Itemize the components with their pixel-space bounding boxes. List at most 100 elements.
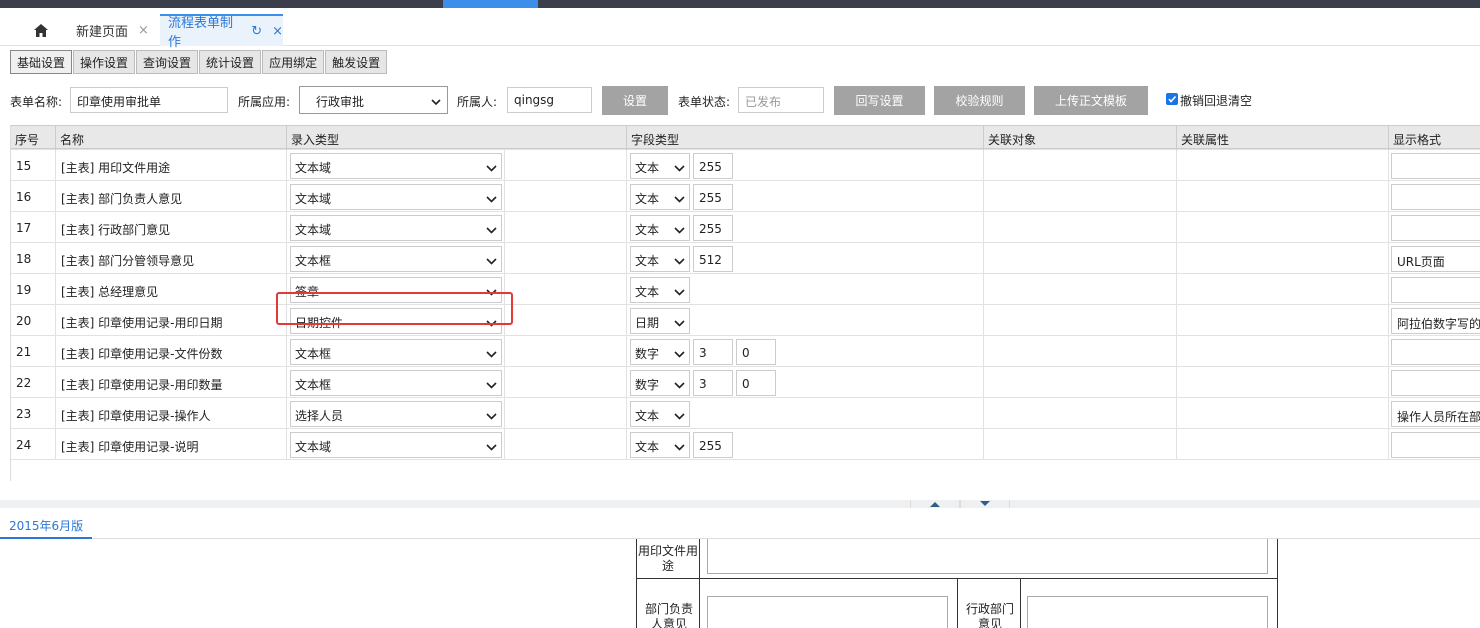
splitter[interactable] bbox=[0, 500, 1480, 508]
tab-flow-form[interactable]: 流程表单制作 ↻ × bbox=[160, 14, 283, 50]
home-icon[interactable] bbox=[22, 18, 60, 42]
close-icon[interactable]: × bbox=[272, 24, 283, 39]
preview-textarea[interactable] bbox=[707, 539, 1268, 574]
field-length-input[interactable]: 512 bbox=[693, 246, 733, 272]
cell-display-format bbox=[1389, 429, 1480, 460]
refresh-icon[interactable]: ↻ bbox=[251, 24, 262, 39]
field-name: [主表] 行政部门意见 bbox=[61, 223, 171, 237]
owner-input[interactable]: qingsg bbox=[507, 87, 592, 113]
display-format-input[interactable]: 阿拉伯数字写的 bbox=[1391, 308, 1480, 334]
input-type-select[interactable]: 文本框 bbox=[290, 370, 502, 396]
upload-template-button[interactable]: 上传正文模板 bbox=[1034, 86, 1148, 115]
field-type-select[interactable]: 文本 bbox=[630, 184, 690, 210]
field-length-input[interactable]: 255 bbox=[693, 215, 733, 241]
status-label: 表单状态: bbox=[678, 95, 731, 109]
cell-field-type: 文本 255 bbox=[627, 429, 984, 460]
cell-related-attr bbox=[1177, 150, 1389, 181]
field-type-select[interactable]: 数字 bbox=[630, 339, 690, 365]
cell-spacer bbox=[505, 367, 627, 398]
cell-spacer bbox=[505, 243, 627, 274]
cell-related-object bbox=[984, 398, 1177, 429]
preview-textarea[interactable] bbox=[707, 596, 948, 628]
display-format-input[interactable] bbox=[1391, 215, 1480, 241]
display-format-input[interactable] bbox=[1391, 370, 1480, 396]
cell-input-type: 文本框 bbox=[287, 336, 505, 367]
tab-new-page[interactable]: 新建页面 × bbox=[76, 14, 149, 46]
tab-version[interactable]: 2015年6月版 bbox=[0, 512, 93, 539]
status-input[interactable]: 已发布 bbox=[738, 87, 824, 113]
display-format-input[interactable] bbox=[1391, 277, 1480, 303]
input-type-select[interactable]: 文本框 bbox=[290, 339, 502, 365]
validation-rules-button[interactable]: 校验规则 bbox=[934, 86, 1025, 115]
version-tab-bar: 2015年6月版 bbox=[0, 512, 1480, 539]
input-type-select[interactable]: 选择人员 bbox=[290, 401, 502, 427]
display-format-input[interactable] bbox=[1391, 184, 1480, 210]
collapse-up-icon[interactable] bbox=[910, 500, 960, 508]
cell-spacer bbox=[505, 336, 627, 367]
field-length-input[interactable]: 3 bbox=[693, 339, 733, 365]
input-type-select[interactable]: 文本域 bbox=[290, 184, 502, 210]
preview-label: 行政部门意见 bbox=[965, 602, 1014, 628]
chevron-down-icon bbox=[486, 254, 497, 268]
input-type-value: 文本域 bbox=[295, 161, 332, 175]
field-type-select[interactable]: 文本 bbox=[630, 277, 690, 303]
input-type-select[interactable]: 文本域 bbox=[290, 153, 502, 179]
field-type-select[interactable]: 文本 bbox=[630, 215, 690, 241]
cell-related-object bbox=[984, 305, 1177, 336]
row-number: 21 bbox=[16, 345, 32, 359]
row-number: 18 bbox=[16, 252, 32, 266]
field-type-select[interactable]: 文本 bbox=[630, 432, 690, 458]
cell-related-object bbox=[984, 274, 1177, 305]
display-format-input[interactable]: URL页面 bbox=[1391, 246, 1480, 272]
subnav-operation[interactable]: 操作设置 bbox=[73, 50, 136, 74]
input-type-select[interactable]: 文本域 bbox=[290, 215, 502, 241]
row-number: 17 bbox=[16, 221, 32, 235]
input-type-select[interactable]: 文本域 bbox=[290, 432, 502, 458]
field-length-input[interactable]: 255 bbox=[693, 432, 733, 458]
cell-display-format bbox=[1389, 150, 1480, 181]
field-type-select[interactable]: 日期 bbox=[630, 308, 690, 334]
field-length-input[interactable]: 3 bbox=[693, 370, 733, 396]
subnav-app-binding[interactable]: 应用绑定 bbox=[262, 50, 325, 74]
preview-label: 用印文件用途 bbox=[637, 544, 698, 573]
cell-input-type: 文本域 bbox=[287, 150, 505, 181]
table-row: 21 [主表] 印章使用记录-文件份数 文本框 数字 3 0 bbox=[11, 336, 1480, 367]
field-name: [主表] 印章使用记录-操作人 bbox=[61, 409, 211, 423]
preview-textarea[interactable] bbox=[1027, 596, 1268, 628]
owner-label: 所属人: bbox=[457, 95, 498, 109]
field-decimal-input[interactable]: 0 bbox=[736, 339, 776, 365]
cell-related-attr bbox=[1177, 336, 1389, 367]
set-button[interactable]: 设置 bbox=[602, 86, 668, 115]
cell-display-format: URL页面 bbox=[1389, 243, 1480, 274]
subnav-statistics[interactable]: 统计设置 bbox=[199, 50, 262, 74]
field-type-select[interactable]: 文本 bbox=[630, 246, 690, 272]
field-type-select[interactable]: 文本 bbox=[630, 401, 690, 427]
close-icon[interactable]: × bbox=[138, 23, 149, 38]
subnav-basic[interactable]: 基础设置 bbox=[10, 50, 73, 74]
form-name-input[interactable]: 印章使用审批单 bbox=[70, 87, 228, 113]
subnav-query[interactable]: 查询设置 bbox=[136, 50, 199, 74]
header-related-object: 关联对象 bbox=[988, 133, 1037, 147]
field-length-input[interactable]: 255 bbox=[693, 153, 733, 179]
cell-related-object bbox=[984, 367, 1177, 398]
subnav-trigger[interactable]: 触发设置 bbox=[325, 50, 388, 74]
field-length-input[interactable]: 255 bbox=[693, 184, 733, 210]
display-format-input[interactable]: 操作人员所在部 bbox=[1391, 401, 1480, 427]
display-format-input[interactable] bbox=[1391, 153, 1480, 179]
cell-field-type: 文本 255 bbox=[627, 150, 984, 181]
display-format-input[interactable] bbox=[1391, 432, 1480, 458]
cell-no: 21 bbox=[11, 336, 56, 367]
field-type-select[interactable]: 数字 bbox=[630, 370, 690, 396]
cell-related-attr bbox=[1177, 429, 1389, 460]
field-decimal-input[interactable]: 0 bbox=[736, 370, 776, 396]
cell-related-attr bbox=[1177, 305, 1389, 336]
cell-field-type: 日期 bbox=[627, 305, 984, 336]
writeback-settings-button[interactable]: 回写设置 bbox=[834, 86, 925, 115]
display-format-input[interactable] bbox=[1391, 339, 1480, 365]
revoke-clear-checkbox[interactable] bbox=[1166, 93, 1178, 105]
collapse-down-icon[interactable] bbox=[960, 500, 1010, 508]
field-type-select[interactable]: 文本 bbox=[630, 153, 690, 179]
app-select[interactable]: 行政审批 bbox=[299, 86, 448, 114]
top-bar-active-indicator bbox=[443, 0, 538, 8]
input-type-select[interactable]: 文本框 bbox=[290, 246, 502, 272]
